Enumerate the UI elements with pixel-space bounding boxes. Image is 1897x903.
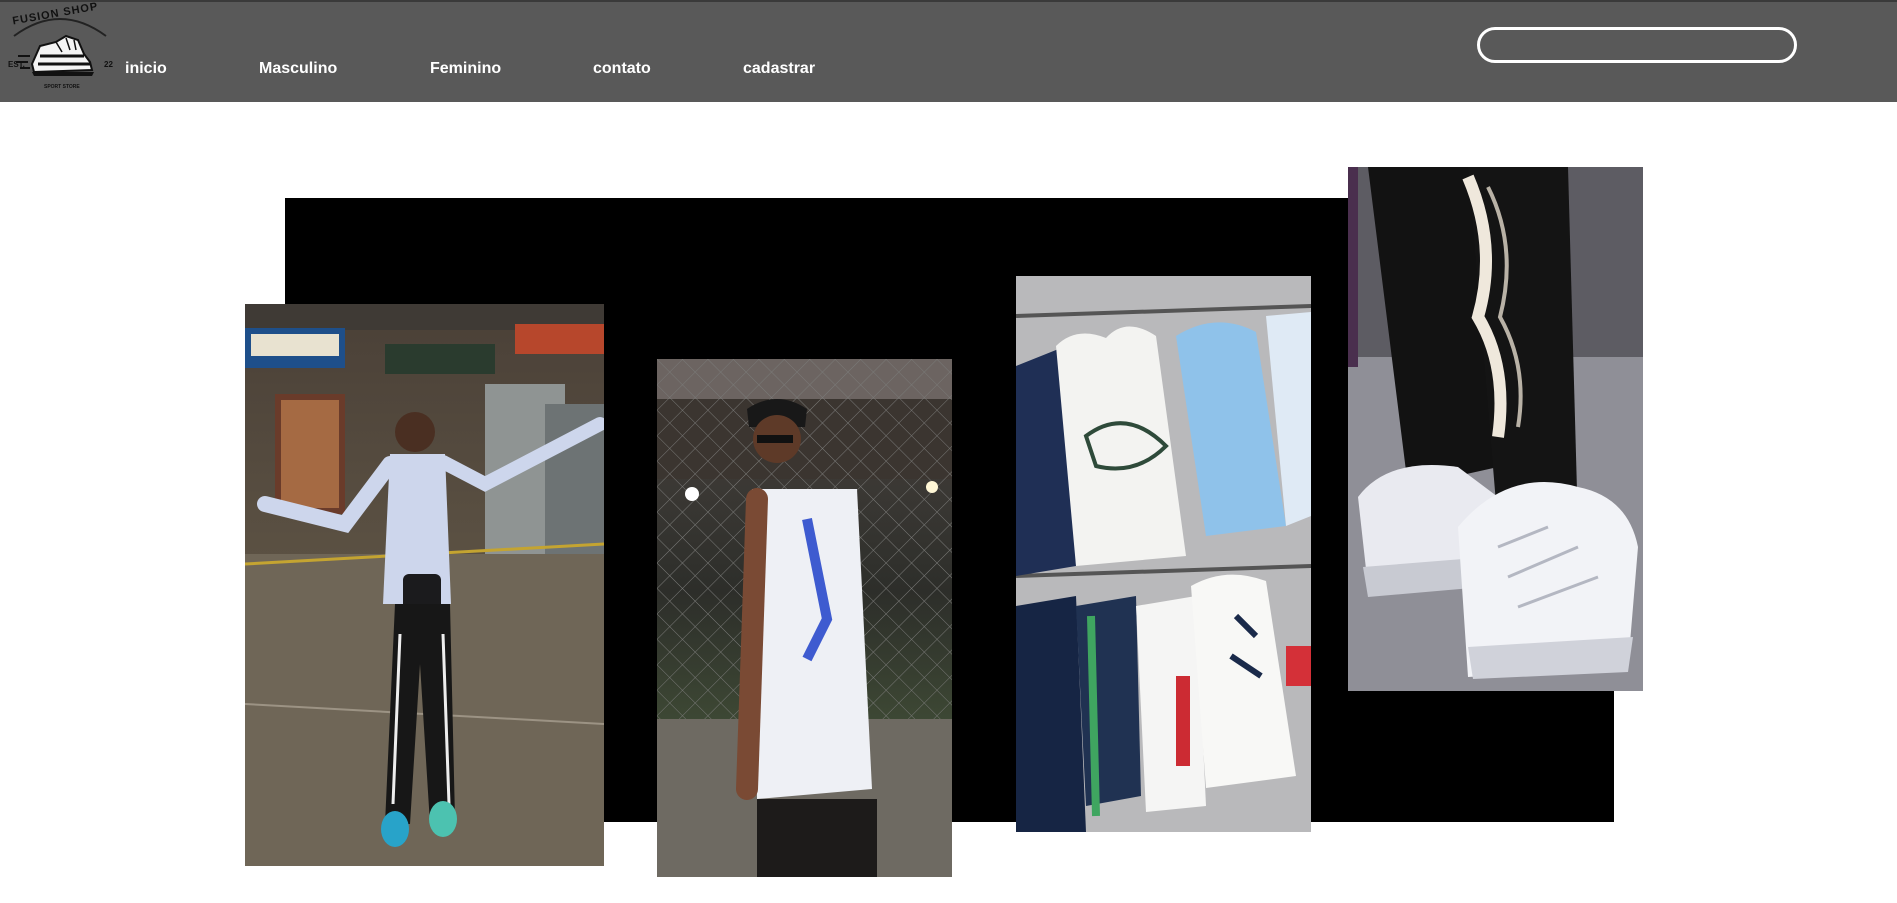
photo-illustration (1016, 276, 1311, 832)
nav-link-feminino[interactable]: Feminino (430, 60, 501, 78)
nav-link-inicio[interactable]: inicio (125, 60, 167, 78)
gallery-photo-gas-station[interactable] (245, 304, 604, 866)
photo-illustration (1348, 167, 1643, 691)
gallery-photo-clothing-rack[interactable] (1016, 276, 1311, 832)
photo-illustration (657, 359, 952, 877)
brand-logo[interactable]: FUSION SHOP EST. 22 SPORT STORE (4, 1, 116, 94)
nav-link-masculino[interactable]: Masculino (259, 60, 337, 78)
photo-illustration (245, 304, 604, 866)
nav-link-contato[interactable]: contato (593, 60, 651, 78)
logo-est-text: EST. (8, 60, 25, 69)
logo-subtitle-text: SPORT STORE (44, 84, 80, 90)
gallery-photo-football-jersey[interactable] (657, 359, 952, 877)
nav-link-cadastrar[interactable]: cadastrar (743, 60, 815, 78)
logo-number-text: 22 (104, 60, 113, 69)
gallery-photo-sneakers[interactable] (1348, 167, 1643, 691)
header-bar: FUSION SHOP EST. 22 SPORT STORE inicio M… (0, 0, 1897, 102)
search-input[interactable] (1477, 27, 1797, 63)
